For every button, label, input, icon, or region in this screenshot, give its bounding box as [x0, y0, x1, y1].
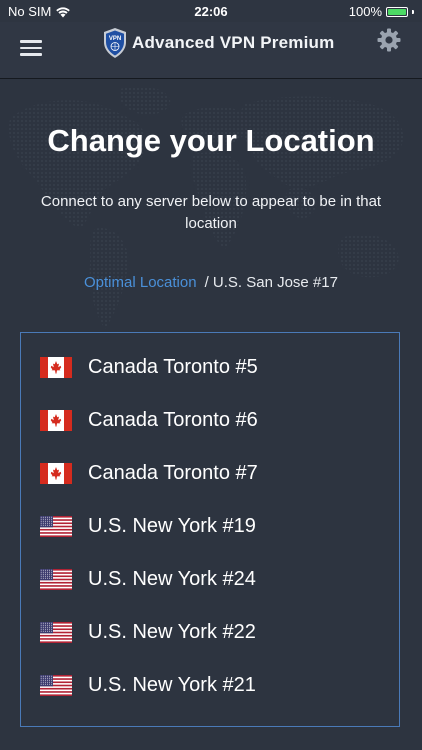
- flag-usa-icon: [21, 569, 88, 590]
- page-subtitle: Connect to any server below to appear to…: [40, 193, 382, 232]
- battery-percent: 100%: [348, 4, 382, 19]
- flag-canada-icon: [21, 463, 88, 484]
- menu-button[interactable]: [20, 36, 42, 60]
- server-name: U.S. New York #22: [88, 621, 256, 643]
- server-item[interactable]: Canada Toronto #5: [21, 341, 399, 394]
- flag-canada-icon: [21, 410, 88, 431]
- nav-bar: VPN Advanced VPN Premium: [0, 22, 422, 79]
- vpn-shield-logo: VPN: [104, 28, 126, 58]
- server-item[interactable]: Canada Toronto #7: [21, 447, 399, 500]
- status-bar: No SIM 22:06 100%: [0, 0, 422, 22]
- battery-icon: [386, 6, 408, 17]
- flag-usa-icon: [21, 675, 88, 696]
- optimal-location-link[interactable]: Optimal Location: [84, 274, 197, 291]
- brand: VPN Advanced VPN Premium: [102, 26, 334, 60]
- server-name: U.S. New York #24: [88, 568, 256, 590]
- flag-canada-icon: [21, 357, 88, 378]
- server-list: Canada Toronto #5 Canada Toronto #6 Canada…: [20, 332, 400, 727]
- gear-icon: [377, 28, 401, 52]
- main-content: Change your Location Connect to any serv…: [0, 79, 422, 750]
- server-item[interactable]: U.S. New York #22: [21, 606, 399, 659]
- status-right: 100%: [349, 4, 414, 19]
- server-item[interactable]: U.S. New York #21: [21, 659, 399, 712]
- current-location-line: Optimal Location / U.S. San Jose #17: [0, 274, 422, 291]
- flag-usa-icon: [21, 622, 88, 643]
- server-name: Canada Toronto #6: [88, 409, 258, 431]
- app-screen: No SIM 22:06 100% VPN Advanced VPN Premi…: [0, 0, 422, 750]
- hamburger-menu-icon: [20, 40, 42, 56]
- logo-text: VPN: [109, 36, 121, 42]
- battery-level: [388, 8, 406, 15]
- server-name: Canada Toronto #5: [88, 356, 258, 378]
- battery-tip: [412, 9, 414, 14]
- server-name: Canada Toronto #7: [88, 462, 258, 484]
- server-name: U.S. New York #19: [88, 515, 256, 537]
- page-title: Change your Location: [47, 123, 375, 158]
- server-item[interactable]: Canada Toronto #6: [21, 394, 399, 447]
- app-title: Advanced VPN Premium: [132, 33, 335, 52]
- server-name: U.S. New York #21: [88, 674, 256, 696]
- server-item[interactable]: U.S. New York #19: [21, 500, 399, 553]
- server-item[interactable]: U.S. New York #24: [21, 553, 399, 606]
- settings-button[interactable]: [376, 27, 402, 53]
- current-server-label: / U.S. San Jose #17: [204, 274, 338, 291]
- flag-usa-icon: [21, 516, 88, 537]
